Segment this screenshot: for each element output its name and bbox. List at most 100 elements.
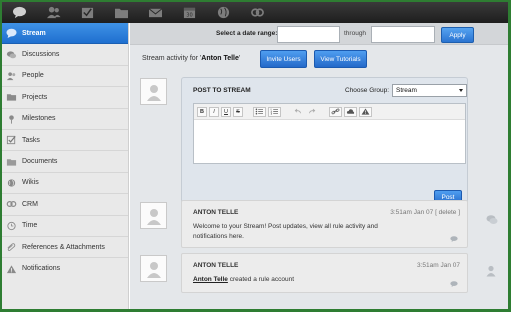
editor-toolbar: B I U S (194, 104, 465, 120)
avatar (140, 78, 167, 105)
cloud-upload-icon[interactable] (344, 106, 357, 117)
post-editor[interactable]: B I U S (193, 103, 466, 164)
sidebar-item-label: Wikis (22, 179, 39, 187)
person-icon[interactable] (485, 265, 497, 277)
chevron-down-icon (459, 89, 463, 92)
folder-icon (5, 92, 17, 102)
avatar (140, 202, 167, 229)
sidebar-item-label: Projects (22, 93, 48, 101)
undo-icon[interactable] (291, 107, 304, 117)
link-icon[interactable] (240, 2, 274, 23)
discussion-icon (5, 50, 17, 60)
chat-bubble-icon (5, 28, 17, 39)
avatar (140, 255, 167, 282)
sidebar-item-people[interactable]: People (2, 66, 128, 88)
sidebar-item-label: CRM (22, 200, 38, 208)
stream-heading: Stream activity for 'Anton Telle' (142, 55, 240, 62)
sidebar-item-label: Time (22, 222, 38, 230)
sidebar-item-projects[interactable]: Projects (2, 87, 128, 109)
entry-text-rest: created a rule account (227, 276, 295, 283)
checkbox-icon (5, 135, 17, 145)
sidebar-item-wikis[interactable]: Wikis (2, 173, 128, 195)
top-nav-bar: 30 (2, 2, 508, 23)
mail-icon[interactable] (138, 2, 172, 23)
date-range-bar: Select a date range: through Apply (130, 23, 508, 45)
bullet-list-icon[interactable] (253, 106, 266, 117)
clock-icon (5, 221, 17, 231)
apply-button[interactable]: Apply (441, 27, 474, 43)
stream-entry: ANTON TELLE 3:51am Jan 07 [ delete ] Wel… (181, 200, 468, 248)
stream-heading-prefix: Stream activity for ' (142, 55, 202, 62)
delete-link[interactable]: [ delete ] (435, 209, 460, 216)
user-silhouette-icon (146, 208, 161, 225)
end-date-input[interactable] (371, 26, 435, 43)
sidebar-item-stream[interactable]: Stream (2, 23, 128, 45)
sidebar-item-time[interactable]: Time (2, 216, 128, 237)
warning-icon[interactable] (359, 106, 372, 117)
sidebar-item-crm[interactable]: CRM (2, 194, 128, 216)
date-range-label: Select a date range: (216, 30, 278, 37)
stream-user: Anton Telle (201, 55, 239, 62)
comment-icon[interactable] (450, 281, 458, 287)
italic-button[interactable]: I (209, 106, 219, 117)
sidebar-item-milestones[interactable]: Milestones (2, 109, 128, 130)
user-silhouette-icon (146, 84, 161, 101)
invite-users-button[interactable]: Invite Users (260, 50, 307, 68)
crm-icon (5, 199, 17, 209)
sidebar-item-label: Documents (22, 158, 58, 166)
underline-button[interactable]: U (221, 106, 231, 117)
sidebar-item-tasks[interactable]: Tasks (2, 130, 128, 152)
through-label: through (344, 30, 367, 37)
user-silhouette-icon (146, 261, 161, 278)
stream-heading-suffix: ' (238, 55, 241, 62)
entry-time: 3:51am Jan 07 [ delete ] (390, 209, 460, 216)
checklist-icon[interactable] (70, 2, 104, 23)
pin-icon (5, 114, 17, 124)
numbered-list-icon[interactable] (268, 106, 281, 117)
main-content: Select a date range: through Apply Strea… (130, 23, 508, 309)
comment-icon[interactable] (450, 236, 458, 242)
sidebar-item-label: Stream (22, 29, 46, 37)
sidebar-item-label: Discussions (22, 51, 60, 59)
entry-author: ANTON TELLE (193, 262, 239, 269)
link-icon[interactable] (329, 106, 342, 117)
sidebar-item-references[interactable]: References & Attachments (2, 237, 128, 259)
chat-bubble-icon[interactable] (2, 2, 36, 23)
sidebar-item-documents[interactable]: Documents (2, 151, 128, 173)
sidebar-item-label: References & Attachments (22, 243, 105, 251)
entry-text: Welcome to your Stream! Post updates, vi… (193, 223, 378, 240)
strikethrough-button[interactable]: S (233, 106, 243, 117)
bold-button[interactable]: B (197, 106, 207, 117)
group-select[interactable]: Stream (392, 84, 467, 97)
sidebar-item-label: People (22, 72, 44, 80)
calendar-day: 30 (186, 12, 192, 18)
entry-user-link[interactable]: Anton Telle (193, 276, 228, 283)
choose-group-label: Choose Group: (345, 87, 390, 94)
sidebar: Stream Discussions People Projects Miles… (2, 23, 129, 309)
stream-entry: ANTON TELLE 3:51am Jan 07 Anton Telle cr… (181, 253, 468, 293)
chat-bubble-icon[interactable] (486, 214, 498, 226)
paperclip-icon (5, 242, 17, 252)
people-icon (5, 71, 17, 81)
entry-author: ANTON TELLE (193, 209, 239, 216)
sidebar-item-label: Notifications (22, 265, 61, 273)
view-tutorials-button[interactable]: View Tutorials (314, 50, 367, 68)
entry-time: 3:51am Jan 07 (416, 262, 460, 269)
sidebar-item-label: Milestones (22, 115, 56, 123)
post-box-title: POST TO STREAM (193, 87, 251, 94)
redo-icon[interactable] (306, 107, 319, 117)
post-to-stream-box: POST TO STREAM Choose Group: Stream B I … (181, 77, 468, 213)
sidebar-item-discussions[interactable]: Discussions (2, 44, 128, 66)
folder-icon[interactable] (104, 2, 138, 23)
entry-text: Anton Telle created a rule account (193, 275, 413, 285)
calendar-icon[interactable]: 30 (172, 2, 206, 23)
group-select-value: Stream (396, 87, 417, 94)
users-icon[interactable] (36, 2, 70, 23)
sidebar-item-label: Tasks (22, 136, 40, 144)
document-icon (5, 157, 17, 167)
start-date-input[interactable] (277, 26, 340, 43)
entry-timestamp: 3:51am Jan 07 (390, 209, 434, 216)
wiki-icon (5, 178, 17, 188)
sidebar-item-notifications[interactable]: Notifications (2, 258, 128, 279)
globe-icon[interactable] (206, 2, 240, 23)
